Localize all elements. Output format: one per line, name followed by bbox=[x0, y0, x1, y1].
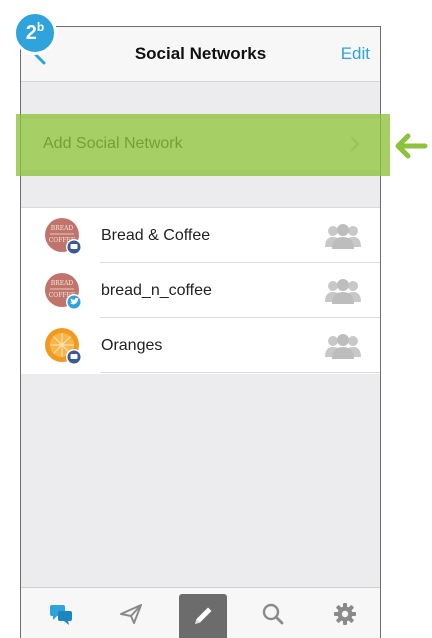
page-title: Social Networks bbox=[134, 44, 267, 63]
social-network-list: BREAD COFFEE Bread & Coffee BREAD COFFEE… bbox=[21, 207, 380, 374]
orange-slice-avatar bbox=[45, 328, 82, 365]
chevron-right-icon bbox=[351, 137, 359, 151]
tab-settings[interactable] bbox=[319, 588, 371, 638]
step-badge: 2b bbox=[13, 11, 57, 55]
step-letter: b bbox=[36, 20, 45, 34]
edit-button[interactable]: Edit bbox=[341, 44, 370, 64]
paper-plane-icon bbox=[120, 604, 142, 624]
list-item[interactable]: BREAD COFFEE Bread & Coffee bbox=[21, 208, 380, 263]
tab-send[interactable] bbox=[105, 588, 157, 638]
network-label: bread_n_coffee bbox=[101, 282, 212, 299]
tab-compose[interactable] bbox=[179, 594, 227, 638]
add-social-network-label: Add Social Network bbox=[43, 135, 183, 152]
tab-bar bbox=[21, 587, 380, 638]
bread-coffee-avatar: BREAD COFFEE bbox=[45, 273, 82, 310]
row-divider bbox=[100, 372, 380, 373]
add-social-network-row[interactable]: Add Social Network bbox=[21, 117, 380, 171]
group-icon[interactable] bbox=[324, 333, 362, 359]
network-label: Oranges bbox=[101, 337, 163, 354]
navigation-bar: Social Networks Edit bbox=[21, 27, 380, 82]
svg-text:BREAD: BREAD bbox=[51, 280, 74, 287]
svg-text:BREAD: BREAD bbox=[51, 225, 74, 232]
network-label: Bread & Coffee bbox=[101, 227, 211, 244]
step-number: 2 bbox=[25, 22, 37, 44]
gear-icon bbox=[334, 603, 356, 625]
group-icon[interactable] bbox=[324, 223, 362, 249]
pencil-icon bbox=[195, 607, 212, 624]
section-spacer bbox=[21, 170, 380, 207]
pointer-arrow-icon bbox=[395, 133, 428, 159]
phone-screen: Social Networks Edit Add Social Network … bbox=[20, 26, 381, 638]
bread-coffee-avatar: BREAD COFFEE bbox=[45, 218, 82, 255]
tab-search[interactable] bbox=[247, 588, 299, 638]
list-item[interactable]: BREAD COFFEE bread_n_coffee bbox=[21, 263, 380, 318]
list-item[interactable]: Oranges bbox=[21, 318, 380, 373]
search-icon bbox=[262, 603, 284, 625]
chat-bubbles-icon bbox=[50, 605, 72, 625]
empty-area bbox=[21, 374, 380, 587]
group-icon[interactable] bbox=[324, 278, 362, 304]
tab-messages[interactable] bbox=[35, 588, 87, 638]
section-spacer bbox=[21, 82, 380, 117]
